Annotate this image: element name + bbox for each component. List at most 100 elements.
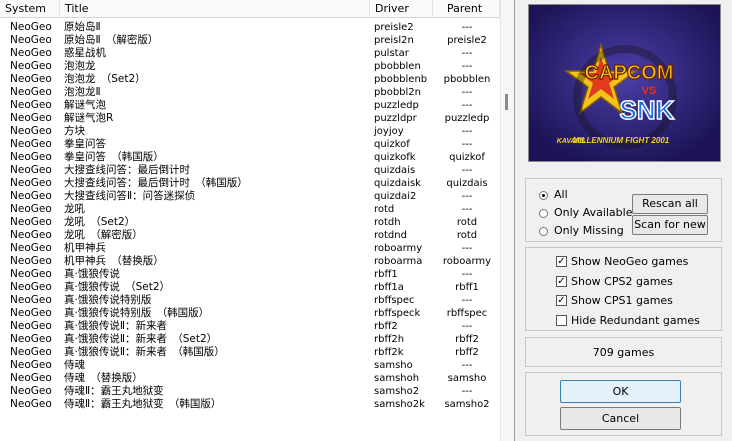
game-list[interactable]: System Title Driver Parent NeoGeo 原始岛Ⅱ pre…: [0, 0, 515, 441]
row-driver: rotdh: [374, 217, 401, 228]
row-title: 侍魂Ⅱ：霸王丸地狱变 （韩国版）: [64, 398, 222, 410]
game-row[interactable]: NeoGeo 拳皇问答 quizkof ---: [0, 138, 500, 151]
game-row[interactable]: NeoGeo 真·饿狼传说Ⅱ：新来者 rbff2 ---: [0, 320, 500, 333]
row-parent: ---: [461, 295, 473, 306]
row-driver: samsho: [374, 360, 413, 371]
game-row[interactable]: NeoGeo 龙吼 （Set2） rotdh rotd: [0, 216, 500, 229]
ok-button[interactable]: OK: [560, 380, 681, 403]
row-title: 真·饿狼传说特别版: [64, 294, 152, 306]
game-row[interactable]: NeoGeo 解谜气泡 puzzledp ---: [0, 99, 500, 112]
row-parent: ---: [461, 22, 473, 33]
row-driver: rbffspeck: [374, 308, 421, 319]
row-title: 大搜查线问答：最后倒计时 （韩国版）: [64, 177, 248, 189]
game-row[interactable]: NeoGeo 龙吼 rotd ---: [0, 203, 500, 216]
checkbox-show-cps2[interactable]: ✓: [556, 276, 567, 287]
list-scrollbar[interactable]: [500, 0, 514, 441]
game-row[interactable]: NeoGeo 泡泡龙 （Set2） pbobblenb pbobblen: [0, 73, 500, 86]
row-title: 机甲神兵: [64, 242, 106, 254]
row-title: 泡泡龙: [64, 60, 96, 72]
list-scrollbar-thumb[interactable]: [505, 94, 508, 110]
row-driver: preisl2n: [374, 35, 414, 46]
game-row[interactable]: NeoGeo 机甲神兵 （替换版） roboarma roboarmy: [0, 255, 500, 268]
game-row[interactable]: NeoGeo 拳皇问答 （韩国版） quizkofk quizkof: [0, 151, 500, 164]
game-row[interactable]: NeoGeo 龙吼 （解密版） rotdnd rotd: [0, 229, 500, 242]
row-parent: ---: [461, 191, 473, 202]
game-row[interactable]: NeoGeo 泡泡龙 pbobblen ---: [0, 60, 500, 73]
game-row[interactable]: NeoGeo 真·饿狼传说特别版 （韩国版） rbffspeck rbffspec: [0, 307, 500, 320]
game-row[interactable]: NeoGeo 侍魂 （替换版） samshoh samsho: [0, 372, 500, 385]
column-header-driver[interactable]: Driver: [370, 0, 433, 17]
row-system: NeoGeo: [10, 398, 52, 410]
row-parent: puzzledp: [444, 113, 490, 124]
row-parent: pbobblen: [443, 74, 491, 85]
game-row[interactable]: NeoGeo 原始岛Ⅱ preisle2 ---: [0, 21, 500, 34]
row-title: 龙吼 （Set2）: [64, 216, 136, 228]
row-system: NeoGeo: [10, 372, 52, 384]
radio-all-label[interactable]: All: [554, 188, 568, 201]
row-system: NeoGeo: [10, 125, 52, 137]
checkbox-show-neogeo[interactable]: ✓: [556, 256, 567, 267]
row-system: NeoGeo: [10, 294, 52, 306]
game-row[interactable]: NeoGeo 大搜查线问答：最后倒计时 （韩国版） quizdaisk quizdai…: [0, 177, 500, 190]
radio-all[interactable]: [539, 191, 548, 200]
game-row[interactable]: NeoGeo 机甲神兵 roboarmy ---: [0, 242, 500, 255]
game-row[interactable]: NeoGeo 真·饿狼传说 （Set2） rbff1a rbff1: [0, 281, 500, 294]
checkbox-hide-redundant-label[interactable]: Hide Redundant games: [571, 314, 700, 327]
checkbox-show-cps1-label[interactable]: Show CPS1 games: [571, 294, 673, 307]
row-title: 原始岛Ⅱ （解密版）: [64, 34, 159, 46]
radio-only-missing[interactable]: [539, 227, 548, 236]
row-system: NeoGeo: [10, 307, 52, 319]
row-title: 惑星战机: [64, 47, 106, 59]
row-system: NeoGeo: [10, 138, 52, 150]
row-title: 真·饿狼传说 （Set2）: [64, 281, 171, 293]
row-system: NeoGeo: [10, 34, 52, 46]
radio-only-available-label[interactable]: Only Available: [554, 206, 632, 219]
column-header-parent[interactable]: Parent: [433, 0, 500, 17]
game-row[interactable]: NeoGeo 大搜查线问答：最后倒计时 quizdais ---: [0, 164, 500, 177]
scan-for-new-button[interactable]: Scan for new: [632, 215, 708, 235]
game-row[interactable]: NeoGeo 真·饿狼传说Ⅱ：新来者 （韩国版） rbff2k rbff2: [0, 346, 500, 359]
game-row[interactable]: NeoGeo 原始岛Ⅱ （解密版） preisl2n preisle2: [0, 34, 500, 47]
checkbox-show-neogeo-label[interactable]: Show NeoGeo games: [571, 255, 688, 268]
row-driver: puzzledp: [374, 100, 419, 111]
checkbox-show-cps1[interactable]: ✓: [556, 295, 567, 306]
row-system: NeoGeo: [10, 320, 52, 332]
row-driver: rbff2: [374, 321, 398, 332]
game-row[interactable]: NeoGeo 真·饿狼传说Ⅱ：新来者 （Set2） rbff2h rbff2: [0, 333, 500, 346]
row-driver: puzzldpr: [374, 113, 417, 124]
row-system: NeoGeo: [10, 112, 52, 124]
rescan-all-button[interactable]: Rescan all: [632, 194, 708, 214]
row-title: 龙吼 （解密版）: [64, 229, 143, 241]
row-title: 泡泡龙 （Set2）: [64, 73, 146, 85]
game-row[interactable]: NeoGeo 真·饿狼传说特别版 rbffspec ---: [0, 294, 500, 307]
game-row[interactable]: NeoGeo 侍魂 samsho ---: [0, 359, 500, 372]
radio-only-available[interactable]: [539, 209, 548, 218]
column-header-title[interactable]: Title: [60, 0, 370, 17]
row-driver: preisle2: [374, 22, 414, 33]
row-system: NeoGeo: [10, 333, 52, 345]
row-title: 泡泡龙Ⅱ: [64, 86, 101, 98]
row-system: NeoGeo: [10, 229, 52, 241]
row-system: NeoGeo: [10, 190, 52, 202]
checkbox-show-cps2-label[interactable]: Show CPS2 games: [571, 275, 673, 288]
row-title: 大搜查线问答：最后倒计时: [64, 164, 190, 176]
game-row[interactable]: NeoGeo 大搜查线问答Ⅱ：问答迷探侦 quizdai2 ---: [0, 190, 500, 203]
game-row[interactable]: NeoGeo 解谜气泡R puzzldpr puzzledp: [0, 112, 500, 125]
cancel-button[interactable]: Cancel: [560, 407, 681, 430]
row-title: 真·饿狼传说特别版 （韩国版）: [64, 307, 210, 319]
column-header-system[interactable]: System: [0, 0, 60, 17]
game-row[interactable]: NeoGeo 惑星战机 pulstar ---: [0, 47, 500, 60]
game-row[interactable]: NeoGeo 泡泡龙Ⅱ pbobbl2n ---: [0, 86, 500, 99]
game-row[interactable]: NeoGeo 方块 joyjoy ---: [0, 125, 500, 138]
games-count: 709 games: [592, 346, 655, 359]
row-system: NeoGeo: [10, 216, 52, 228]
row-title: 拳皇问答 （韩国版）: [64, 151, 164, 163]
game-row[interactable]: NeoGeo 侍魂Ⅱ：霸王丸地狱变 samsho2 ---: [0, 385, 500, 398]
checkbox-hide-redundant[interactable]: [556, 315, 567, 326]
radio-only-missing-label[interactable]: Only Missing: [554, 224, 624, 237]
row-system: NeoGeo: [10, 385, 52, 397]
row-parent: ---: [461, 269, 473, 280]
game-row[interactable]: NeoGeo 侍魂Ⅱ：霸王丸地狱变 （韩国版） samsho2k samsho2: [0, 398, 500, 411]
row-driver: rotdnd: [374, 230, 407, 241]
game-row[interactable]: NeoGeo 真·饿狼传说 rbff1 ---: [0, 268, 500, 281]
